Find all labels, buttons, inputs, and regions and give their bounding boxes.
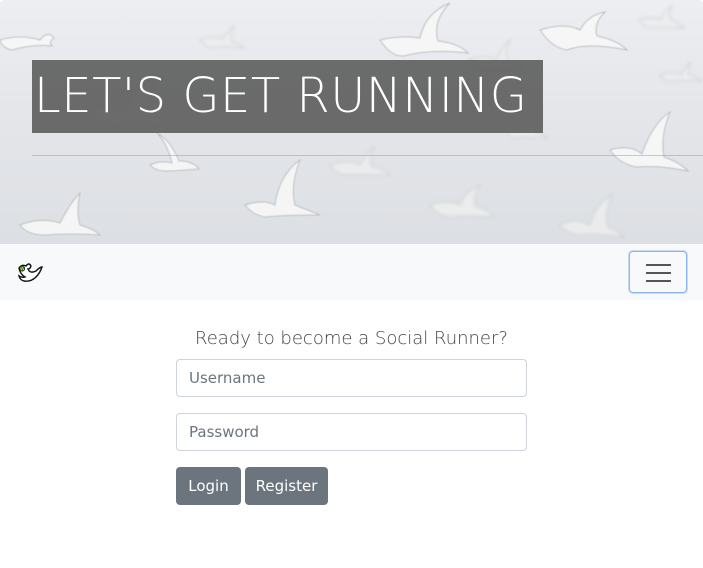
hero-banner: LET'S GET RUNNING . — [0, 0, 703, 244]
register-button[interactable]: Register — [245, 467, 328, 505]
hero-divider — [32, 155, 703, 156]
hamburger-menu-icon — [646, 264, 671, 266]
dove-icon[interactable] — [16, 260, 44, 284]
hero-title: LET'S GET RUNNING . — [32, 60, 543, 133]
password-input[interactable] — [176, 413, 527, 451]
signup-prompt: Ready to become a Social Runner? — [195, 328, 508, 349]
navbar-toggler-button[interactable] — [629, 251, 687, 293]
username-input[interactable] — [176, 359, 527, 397]
login-button[interactable]: Login — [176, 467, 241, 505]
navbar — [0, 244, 703, 300]
